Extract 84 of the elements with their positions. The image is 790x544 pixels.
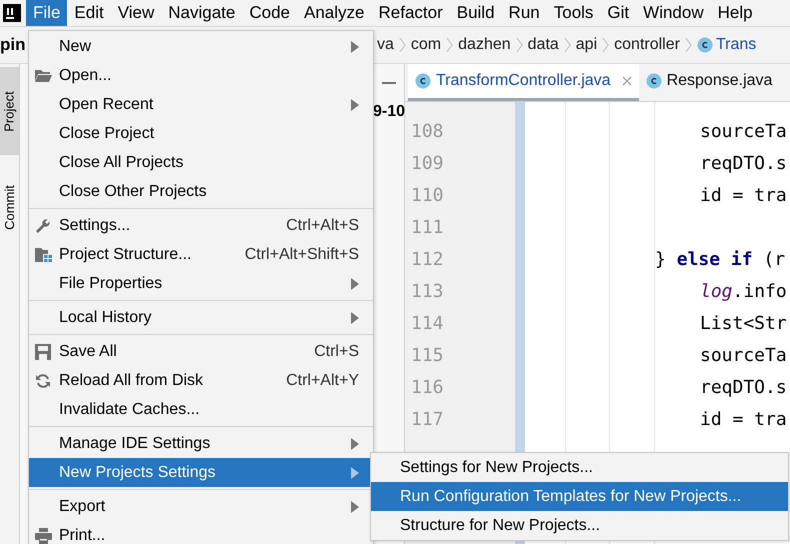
chevron-icon: [446, 36, 454, 54]
shortcut-text: Ctrl+Alt+Y: [286, 372, 359, 390]
line-number: 108: [410, 120, 445, 144]
reload-icon: [35, 372, 51, 388]
project-title: pin: [0, 35, 26, 54]
close-icon[interactable]: [622, 76, 632, 86]
menu-bar-item[interactable]: Code: [242, 0, 297, 26]
menu-bar-item[interactable]: Edit: [67, 0, 111, 26]
menu-item[interactable]: New: [29, 32, 373, 61]
tree-item: 9-10: [372, 102, 405, 122]
breadcrumb-item[interactable]: controller: [614, 36, 680, 54]
menu-item[interactable]: Reload All from Disk Ctrl+Alt+Y: [29, 366, 373, 395]
menu-item[interactable]: Settings... Ctrl+Alt+S: [29, 211, 373, 240]
menu-item[interactable]: Structure for New Projects...: [371, 511, 788, 540]
line-number: 111: [410, 216, 445, 240]
line-number: 109: [410, 152, 445, 176]
menu-item[interactable]: Invalidate Caches...: [29, 395, 373, 424]
code-line: } else if (r: [655, 249, 786, 270]
chevron-icon: [602, 36, 610, 54]
folder-icon: [35, 69, 52, 82]
menu-item[interactable]: Save All Ctrl+S: [29, 337, 373, 366]
class-icon: [646, 73, 662, 89]
menu-item[interactable]: Close Other Projects: [29, 177, 373, 206]
code-line: id = tra: [700, 409, 787, 430]
menu-item[interactable]: Close All Projects: [29, 148, 373, 177]
line-number: 113: [410, 280, 445, 304]
menu-bar-item[interactable]: Build: [450, 0, 502, 26]
chevron-icon: [684, 36, 692, 54]
line-number: 115: [410, 344, 445, 368]
menu-item[interactable]: File Properties: [29, 269, 373, 298]
menu-item[interactable]: Manage IDE Settings: [29, 429, 373, 458]
code-line: sourceTa: [700, 345, 787, 366]
code-line: reqDTO.s: [700, 153, 787, 174]
side-tab[interactable]: Commit: [0, 163, 19, 251]
code-line: id = tra: [700, 185, 787, 206]
menu-item[interactable]: Print...: [29, 521, 373, 544]
app-logo-icon: [3, 4, 21, 22]
wrench-icon: [35, 218, 51, 234]
menu-bar-item[interactable]: Window: [636, 0, 711, 26]
line-number: 110: [410, 184, 445, 208]
class-icon: [415, 73, 431, 89]
menu-bar-item[interactable]: Navigate: [161, 0, 242, 26]
editor-tab[interactable]: TransformController.java: [408, 64, 639, 101]
line-number: 114: [410, 312, 445, 336]
shortcut-text: Ctrl+Alt+S: [286, 216, 359, 234]
breadcrumb-item[interactable]: dazhen: [458, 36, 511, 54]
chevron-icon: [516, 36, 523, 54]
menu-item[interactable]: Open Recent: [29, 90, 373, 119]
line-number: 116: [410, 376, 445, 400]
code-line: List<Str: [700, 313, 787, 334]
side-tab[interactable]: Project: [0, 67, 19, 155]
menu-item[interactable]: Local History: [29, 303, 373, 332]
shortcut-text: Ctrl+Alt+Shift+S: [244, 246, 359, 264]
menu-bar-item[interactable]: Git: [600, 0, 636, 26]
breadcrumb-item[interactable]: com: [410, 36, 442, 54]
code-line: reqDTO.s: [700, 377, 787, 398]
menu-bar-item[interactable]: Analyze: [297, 0, 372, 26]
menu-bar-item[interactable]: Refactor: [371, 0, 450, 26]
menu-item[interactable]: Project Structure... Ctrl+Alt+Shift+S: [29, 240, 373, 269]
breadcrumb-item[interactable]: va: [377, 36, 394, 54]
chevron-icon: [398, 36, 406, 54]
menu-item[interactable]: Settings for New Projects...: [371, 453, 788, 482]
breadcrumb-item[interactable]: Trans: [716, 36, 756, 54]
editor-tab[interactable]: Response.java: [638, 64, 780, 101]
menu-item[interactable]: Run Configuration Templates for New Projects...: [371, 482, 788, 511]
menu-bar-item[interactable]: Run: [502, 0, 547, 26]
line-number: 112: [410, 248, 445, 272]
project-structure-icon: [35, 247, 52, 262]
menu-bar-item[interactable]: File: [26, 0, 68, 26]
shortcut-text: Ctrl+S: [314, 342, 359, 360]
code-line: sourceTa: [700, 121, 787, 142]
menu-item[interactable]: Open...: [29, 61, 373, 90]
menu-item[interactable]: Export: [29, 492, 373, 521]
code-line: log.info: [700, 281, 787, 302]
menu-bar-item[interactable]: View: [110, 0, 162, 26]
menu-bar-item[interactable]: Tools: [546, 0, 600, 26]
menu-item[interactable]: Close Project: [29, 119, 373, 148]
menu-item[interactable]: New Projects Settings: [29, 458, 373, 487]
menu-bar-item[interactable]: Help: [710, 0, 760, 26]
line-number: 117: [410, 408, 445, 432]
breadcrumb-item[interactable]: data: [528, 36, 559, 54]
breadcrumb-item[interactable]: api: [576, 36, 598, 54]
chevron-icon: [564, 36, 571, 54]
class-icon: [696, 37, 713, 53]
